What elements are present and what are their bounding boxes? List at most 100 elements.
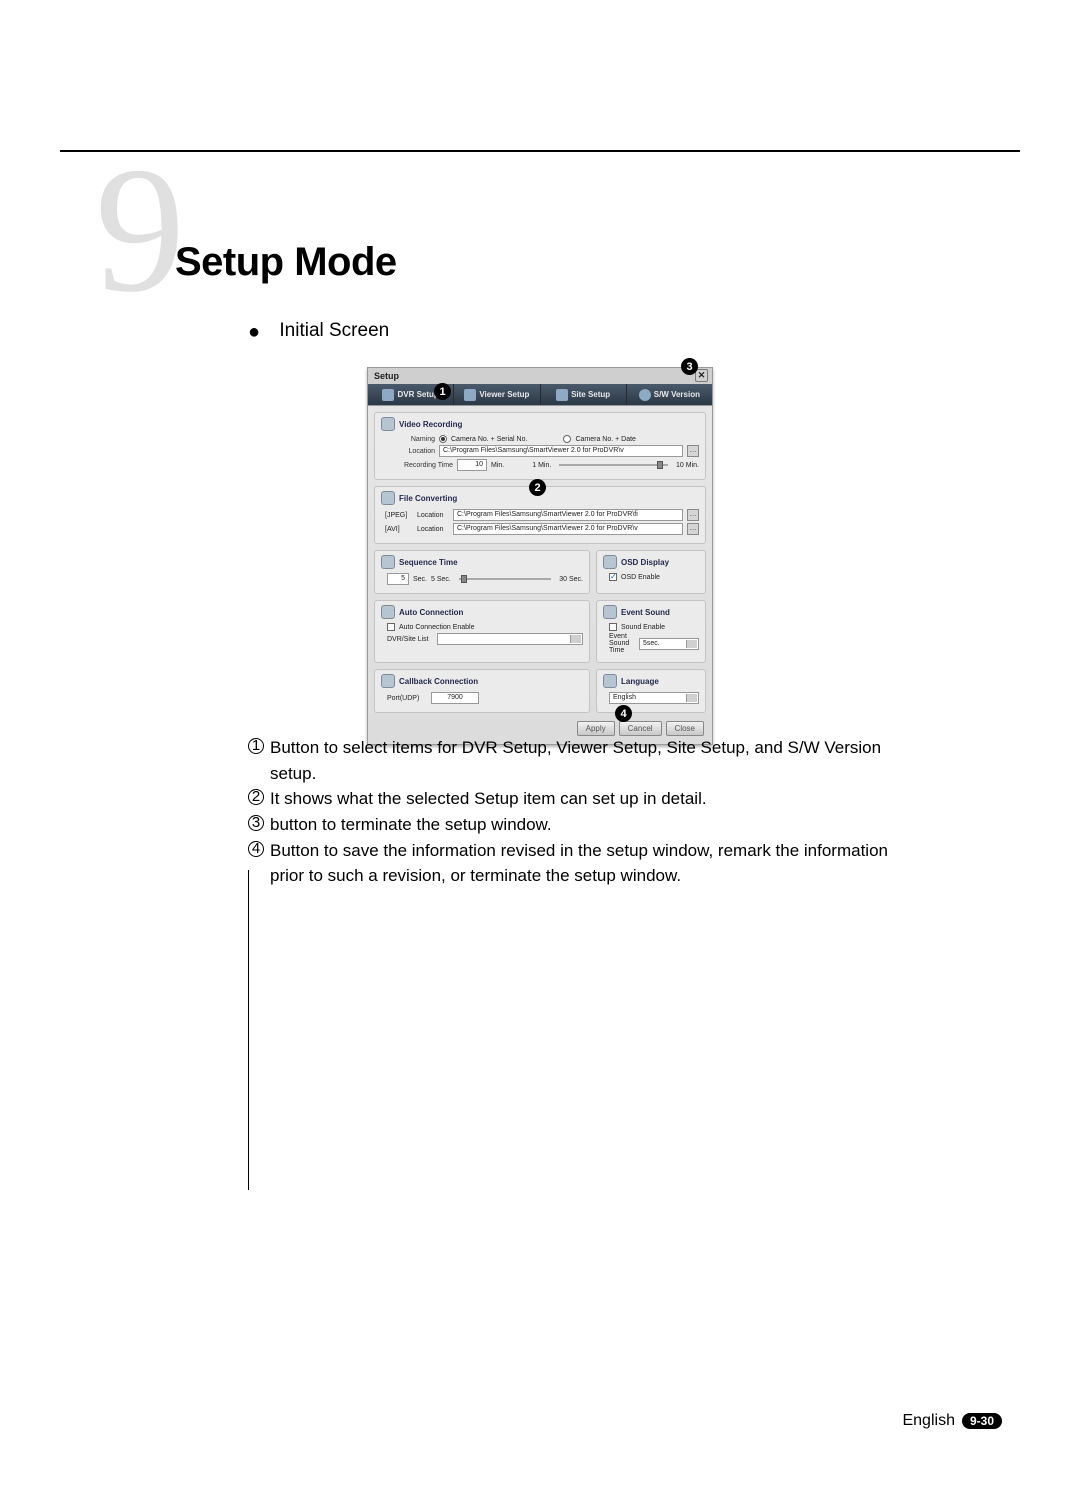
page-number-badge: 9-30 bbox=[962, 1413, 1002, 1429]
top-divider bbox=[60, 150, 1020, 152]
tab-viewer-setup[interactable]: Viewer Setup bbox=[454, 384, 540, 405]
rectime-max: 10 Min. bbox=[676, 462, 699, 469]
file-converting-panel: 2 File Converting [JPEG] Location C:\Pro… bbox=[374, 486, 706, 544]
sequence-time-icon bbox=[381, 555, 395, 569]
tab-site-icon bbox=[556, 389, 568, 401]
auto-connection-panel: Auto Connection Auto Connection Enable D… bbox=[374, 600, 590, 663]
event-time-label: Event Sound Time bbox=[609, 633, 635, 654]
close-button-footer[interactable]: Close bbox=[666, 721, 704, 736]
rectime-unit: Min. bbox=[491, 462, 504, 469]
callout-badge-4: 4 bbox=[615, 705, 632, 722]
event-sound-panel: Event Sound Sound Enable Event Sound Tim… bbox=[596, 600, 706, 663]
vr-location-label: Location bbox=[399, 448, 435, 455]
tab-viewer-icon bbox=[464, 389, 476, 401]
dvr-site-list-label: DVR/Site List bbox=[387, 636, 433, 643]
dialog-title: Setup bbox=[374, 371, 399, 381]
naming-opt2-label: Camera No. + Date bbox=[575, 436, 636, 443]
seqtime-max: 30 Sec. bbox=[559, 576, 583, 583]
dvr-site-list-select[interactable] bbox=[437, 633, 583, 645]
osd-icon bbox=[603, 555, 617, 569]
note-3: button to terminate the setup window. bbox=[270, 815, 552, 834]
footer-language: English bbox=[902, 1412, 954, 1430]
port-label: Port(UDP) bbox=[387, 695, 427, 702]
naming-opt1-label: Camera No. + Serial No. bbox=[451, 436, 527, 443]
tab-site-setup[interactable]: Site Setup bbox=[541, 384, 627, 405]
callout-badge-1: 1 bbox=[434, 383, 451, 400]
note-4-icon: 4 bbox=[248, 841, 264, 857]
cancel-button[interactable]: Cancel bbox=[619, 721, 662, 736]
section-heading: ● Initial Screen bbox=[248, 320, 389, 344]
bullet-icon: ● bbox=[248, 321, 260, 343]
rectime-slider[interactable] bbox=[559, 464, 668, 466]
auto-connection-icon bbox=[381, 605, 395, 619]
note-4a: Button to save the information revised i… bbox=[270, 841, 888, 860]
jpeg-loc-label: Location bbox=[417, 512, 449, 519]
section-label: Initial Screen bbox=[279, 320, 389, 341]
osd-display-panel: OSD Display OSD Enable bbox=[596, 550, 706, 594]
jpeg-label: [JPEG] bbox=[385, 512, 413, 519]
tab-sw-version[interactable]: S/W Version bbox=[627, 384, 712, 405]
seqtime-input[interactable]: 5 bbox=[387, 573, 409, 585]
callout-badge-3: 3 bbox=[681, 358, 698, 375]
auto-connection-title: Auto Connection bbox=[399, 608, 463, 617]
info-icon bbox=[639, 389, 651, 401]
video-recording-icon bbox=[381, 417, 395, 431]
avi-browse[interactable]: … bbox=[687, 523, 699, 535]
tab-viewer-label: Viewer Setup bbox=[479, 390, 529, 399]
sound-enable-label: Sound Enable bbox=[621, 624, 665, 631]
avi-loc-label: Location bbox=[417, 526, 449, 533]
rectime-min: 1 Min. bbox=[532, 462, 551, 469]
rectime-input[interactable]: 10 bbox=[457, 459, 487, 471]
tab-dvr-label: DVR Setup bbox=[397, 390, 438, 399]
vr-location-browse[interactable]: … bbox=[687, 445, 699, 457]
note-1-icon: 1 bbox=[248, 738, 264, 754]
sequence-time-title: Sequence Time bbox=[399, 558, 458, 567]
left-rule bbox=[248, 870, 249, 1190]
callback-title: Callback Connection bbox=[399, 677, 478, 686]
setup-tabs: DVR Setup Viewer Setup Site Setup S/W Ve… bbox=[368, 384, 712, 406]
osd-enable-label: OSD Enable bbox=[621, 574, 660, 581]
callback-icon bbox=[381, 674, 395, 688]
sound-enable-checkbox[interactable] bbox=[609, 623, 617, 631]
note-3-icon: 3 bbox=[248, 815, 264, 831]
note-1a: Button to select items for DVR Setup, Vi… bbox=[270, 738, 881, 757]
jpeg-location-input[interactable]: C:\Program Files\Samsung\SmartViewer 2.0… bbox=[453, 509, 683, 521]
naming-radio-serial[interactable] bbox=[439, 435, 447, 443]
osd-title: OSD Display bbox=[621, 558, 669, 567]
avi-location-input[interactable]: C:\Program Files\Samsung\SmartViewer 2.0… bbox=[453, 523, 683, 535]
note-2-icon: 2 bbox=[248, 789, 264, 805]
callout-badge-2: 2 bbox=[529, 479, 546, 496]
seqtime-slider[interactable] bbox=[459, 578, 551, 580]
chapter-title: Setup Mode bbox=[175, 240, 397, 285]
avi-label: [AVI] bbox=[385, 526, 413, 533]
naming-radio-date[interactable] bbox=[563, 435, 571, 443]
jpeg-browse[interactable]: … bbox=[687, 509, 699, 521]
osd-enable-checkbox[interactable] bbox=[609, 573, 617, 581]
auto-enable-label: Auto Connection Enable bbox=[399, 624, 475, 631]
tab-sw-label: S/W Version bbox=[654, 390, 700, 399]
apply-button[interactable]: Apply bbox=[577, 721, 615, 736]
file-converting-icon bbox=[381, 491, 395, 505]
language-panel: Language English bbox=[596, 669, 706, 713]
callout-notes: 1 Button to select items for DVR Setup, V… bbox=[248, 735, 970, 890]
vr-location-input[interactable]: C:\Program Files\Samsung\SmartViewer 2.0… bbox=[439, 445, 683, 457]
auto-enable-checkbox[interactable] bbox=[387, 623, 395, 631]
language-title: Language bbox=[621, 677, 659, 686]
rectime-label: Recording Time bbox=[399, 462, 453, 469]
event-time-select[interactable]: 5sec. bbox=[639, 638, 699, 650]
callback-panel: Callback Connection Port(UDP) 7900 bbox=[374, 669, 590, 713]
page-footer: English 9-30 bbox=[902, 1412, 1002, 1430]
language-icon bbox=[603, 674, 617, 688]
file-converting-title: File Converting bbox=[399, 494, 457, 503]
seqtime-unit: Sec. bbox=[413, 576, 427, 583]
language-select[interactable]: English bbox=[609, 692, 699, 704]
setup-dialog: 3 Setup ✕ 1 DVR Setup Viewer Setup Site … bbox=[367, 367, 713, 745]
video-recording-title: Video Recording bbox=[399, 420, 462, 429]
port-input[interactable]: 7900 bbox=[431, 692, 479, 704]
seqtime-min: 5 Sec. bbox=[431, 576, 451, 583]
chapter-number: 9 bbox=[95, 140, 185, 320]
close-button[interactable]: ✕ bbox=[695, 369, 708, 382]
dialog-titlebar: Setup ✕ bbox=[368, 368, 712, 384]
sequence-time-panel: Sequence Time 5 Sec. 5 Sec. 30 Sec. bbox=[374, 550, 590, 594]
tab-site-label: Site Setup bbox=[571, 390, 610, 399]
